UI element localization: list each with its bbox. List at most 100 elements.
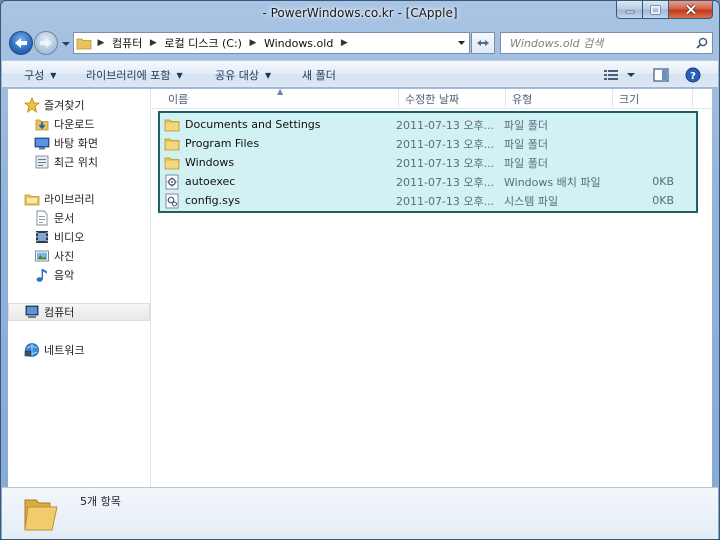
file-size: 0KB [652,175,674,188]
column-name[interactable]: 이름 [162,89,399,109]
help-button[interactable]: ? [682,65,704,85]
forward-button[interactable] [34,31,58,55]
breadcrumb-local-disk[interactable]: 로컬 디스크 (C:) [160,35,246,51]
column-type[interactable]: 유형 [506,89,613,109]
file-row[interactable]: autoexec 2011-07-13 오후... Windows 배치 파일 … [164,172,694,191]
share-with-label: 공유 대상 [215,69,259,82]
file-date: 2011-07-13 오후... [396,156,495,170]
explorer-window: - PowerWindows.co.kr - [CApple] ▶ 컴퓨터 ▶ … [0,0,720,540]
search-box[interactable]: Windows.old 검색 [500,32,713,54]
file-date: 2011-07-13 오후... [396,137,495,151]
file-date: 2011-07-13 오후... [396,175,495,189]
file-date: 2011-07-13 오후... [396,194,495,208]
arrow-right-icon [40,38,52,48]
recent-places-icon [34,154,50,170]
new-folder-button[interactable]: 새 폴더 [302,67,336,83]
breadcrumb-arrow-icon[interactable]: ▶ [94,38,108,48]
file-row[interactable]: Documents and Settings 2011-07-13 오후... … [164,115,694,134]
nav-videos-label: 비디오 [54,231,85,244]
system-file-icon [164,193,180,209]
chevron-down-icon: ▼ [50,70,57,80]
address-bar[interactable]: ▶ 컴퓨터 ▶ 로컬 디스크 (C:) ▶ Windows.old ▶ [73,32,470,54]
nav-computer-label: 컴퓨터 [44,306,75,319]
close-button[interactable] [669,1,713,19]
details-pane: 5개 항목 [2,487,718,539]
chevron-down-icon [62,42,70,46]
breadcrumb-computer[interactable]: 컴퓨터 [108,35,146,51]
nav-libraries[interactable]: 라이브러리 [24,190,166,208]
file-list-pane: ▲ 이름 수정한 날짜 유형 크기 Documents and Settings… [152,87,712,487]
pictures-icon [34,248,50,264]
file-row[interactable]: Program Files 2011-07-13 오후... 파일 폴더 [164,134,694,153]
breadcrumb-windows-old[interactable]: Windows.old [260,37,337,50]
file-type: 시스템 파일 [504,194,559,208]
content-area: 즐겨찾기 다운로드 바탕 화면 최근 위치 라이브러리 문서 비디오 사진 음악… [8,87,712,487]
star-icon [24,97,40,113]
nav-libraries-label: 라이브러리 [44,193,95,206]
nav-network-label: 네트워크 [44,344,85,357]
help-icon: ? [685,67,701,83]
file-type: 파일 폴더 [504,118,548,132]
column-date-modified[interactable]: 수정한 날짜 [399,89,506,109]
nav-downloads-label: 다운로드 [54,118,95,131]
file-name: Program Files [185,137,260,150]
folder-icon [164,155,180,171]
search-input[interactable]: Windows.old 검색 [510,35,692,51]
computer-icon [24,304,40,320]
folder-icon [22,494,62,534]
column-size-label: 크기 [619,93,640,106]
music-icon [34,267,50,283]
nav-recent-label: 최근 위치 [54,156,98,169]
maximize-button[interactable] [643,1,669,19]
window-controls [616,1,713,20]
chevron-down-icon [457,41,465,45]
nav-pictures-label: 사진 [54,250,75,263]
change-view-button[interactable] [600,65,640,85]
breadcrumb-arrow-icon[interactable]: ▶ [337,38,351,48]
navigation-row: ▶ 컴퓨터 ▶ 로컬 디스크 (C:) ▶ Windows.old ▶ Wind… [7,29,715,57]
file-date: 2011-07-13 오후... [396,118,495,132]
file-name: config.sys [185,194,241,207]
file-name: Documents and Settings [185,118,321,131]
nav-documents-label: 문서 [54,212,75,225]
include-in-library-menu[interactable]: 라이브러리에 포함 ▼ [86,67,183,83]
title-bar[interactable]: - PowerWindows.co.kr - [CApple] [1,1,719,27]
libraries-icon [24,191,40,207]
svg-text:?: ? [690,71,696,82]
preview-pane-button[interactable] [650,65,672,85]
file-type: 파일 폴더 [504,156,548,170]
navigation-pane: 즐겨찾기 다운로드 바탕 화면 최근 위치 라이브러리 문서 비디오 사진 음악… [8,89,151,487]
chevron-down-icon: ▼ [176,70,183,80]
recent-pages-dropdown[interactable] [61,39,71,49]
organize-menu[interactable]: 구성 ▼ [24,67,56,83]
file-row[interactable]: config.sys 2011-07-13 오후... 시스템 파일 0KB [164,191,694,210]
minimize-button[interactable] [616,1,643,19]
close-icon [685,4,696,15]
include-library-label: 라이브러리에 포함 [86,69,171,82]
file-size: 0KB [652,194,674,207]
folder-icon [74,33,94,53]
column-type-label: 유형 [512,93,533,106]
file-row[interactable]: Windows 2011-07-13 오후... 파일 폴더 [164,153,694,172]
organize-label: 구성 [24,69,45,82]
arrow-left-icon [15,38,27,48]
item-count: 5개 항목 [80,495,121,508]
nav-network[interactable]: 네트워크 [24,341,166,359]
nav-favorites-label: 즐겨찾기 [44,99,85,112]
breadcrumb-arrow-icon[interactable]: ▶ [246,38,260,48]
column-header-row: ▲ 이름 수정한 날짜 유형 크기 [152,87,712,109]
address-history-dropdown[interactable] [452,33,469,53]
documents-icon [34,210,50,226]
back-button[interactable] [9,31,33,55]
maximize-icon [650,5,661,14]
share-with-menu[interactable]: 공유 대상 ▼ [215,67,271,83]
network-icon [24,342,40,358]
column-size[interactable]: 크기 [613,89,693,109]
chevron-down-icon [627,73,635,77]
refresh-button[interactable] [471,32,495,54]
new-folder-label: 새 폴더 [302,69,336,82]
search-icon[interactable] [692,33,712,53]
nav-favorites[interactable]: 즐겨찾기 [24,96,166,114]
nav-computer[interactable]: 컴퓨터 [8,303,150,321]
breadcrumb-arrow-icon[interactable]: ▶ [146,38,160,48]
